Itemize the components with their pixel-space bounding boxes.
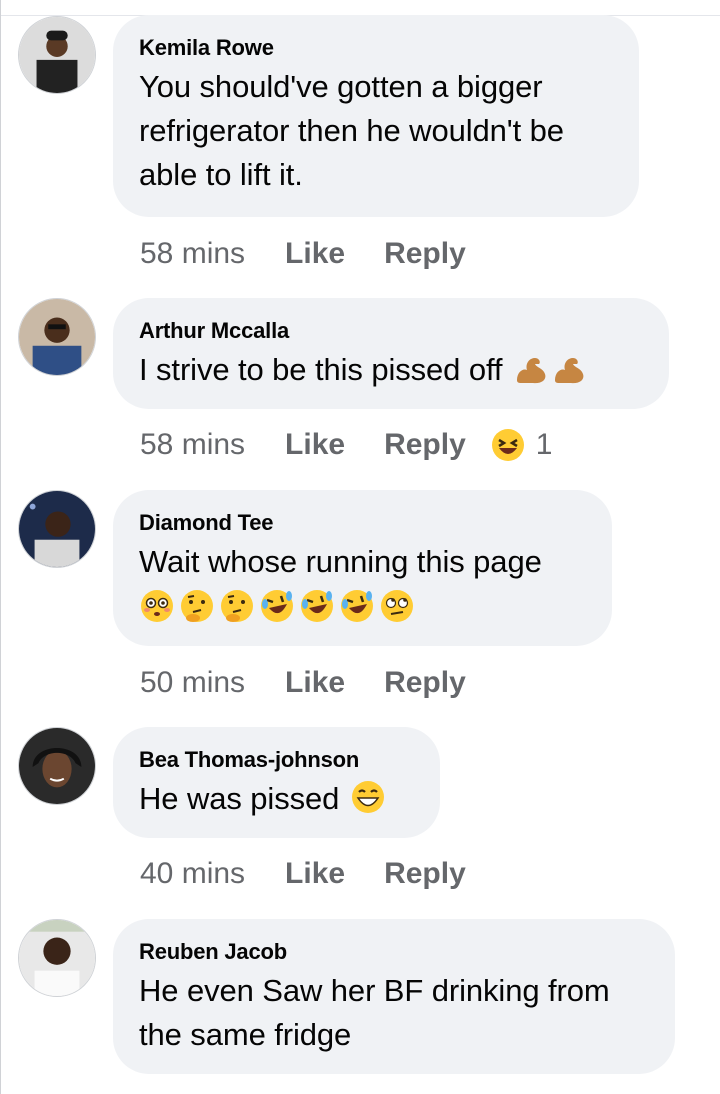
comment-bubble: Bea Thomas-johnson He was pissed	[113, 727, 440, 838]
comment-actions: 58 mins Like Reply	[140, 236, 466, 272]
like-button[interactable]: Like	[285, 427, 345, 463]
rolling-eyes-icon	[379, 588, 415, 624]
flexed-biceps-icon	[551, 350, 587, 386]
rolling-laughing-icon	[339, 588, 375, 624]
grinning-squinting-face-icon	[350, 779, 386, 815]
reaction-count: 1	[535, 428, 553, 461]
comment-text: Wait whose running this page	[139, 540, 586, 628]
comment-actions: 58 mins Like Reply 1	[140, 427, 552, 463]
comment-bubble: Reuben Jacob He even Saw her BF drinking…	[113, 919, 675, 1074]
flexed-biceps-icon	[513, 350, 549, 386]
reply-button[interactable]: Reply	[384, 856, 466, 892]
comment-actions: 50 mins Like Reply	[140, 665, 466, 701]
rolling-laughing-icon	[259, 588, 295, 624]
avatar[interactable]	[18, 16, 96, 94]
comment-bubble: Arthur Mccalla I strive to be this pisse…	[113, 298, 669, 409]
thinking-face-icon	[179, 588, 215, 624]
comment-text: I strive to be this pissed off	[139, 348, 643, 392]
commenter-name[interactable]: Reuben Jacob	[139, 939, 649, 965]
comment-text: He even Saw her BF drinking from the sam…	[139, 973, 610, 1052]
emoji-row	[139, 584, 586, 628]
comment-bubble: Kemila Rowe You should've gotten a bigge…	[113, 15, 639, 217]
flushed-face-icon	[139, 588, 175, 624]
like-button[interactable]: Like	[285, 856, 345, 892]
comment-bubble: Diamond Tee Wait whose running this page	[113, 490, 612, 646]
left-border	[0, 0, 1, 1094]
avatar[interactable]	[18, 727, 96, 805]
timestamp[interactable]: 58 mins	[140, 236, 245, 272]
reply-button[interactable]: Reply	[384, 236, 466, 272]
avatar[interactable]	[18, 490, 96, 568]
like-button[interactable]: Like	[285, 665, 345, 701]
reply-button[interactable]: Reply	[384, 665, 466, 701]
commenter-name[interactable]: Arthur Mccalla	[139, 318, 643, 344]
laughing-reaction-icon	[490, 427, 526, 463]
timestamp[interactable]: 40 mins	[140, 856, 245, 892]
commenter-name[interactable]: Diamond Tee	[139, 510, 586, 536]
timestamp[interactable]: 50 mins	[140, 665, 245, 701]
rolling-laughing-icon	[299, 588, 335, 624]
comment-actions: 40 mins Like Reply	[140, 856, 466, 892]
avatar[interactable]	[18, 298, 96, 376]
timestamp[interactable]: 58 mins	[140, 427, 245, 463]
commenter-name[interactable]: Bea Thomas-johnson	[139, 747, 414, 773]
reaction-summary[interactable]: 1	[488, 427, 553, 463]
comment-text: You should've gotten a bigger refrigerat…	[139, 69, 564, 192]
comment-text: He was pissed	[139, 777, 414, 821]
like-button[interactable]: Like	[285, 236, 345, 272]
reply-button[interactable]: Reply	[384, 427, 466, 463]
thinking-face-icon	[219, 588, 255, 624]
avatar[interactable]	[18, 919, 96, 997]
commenter-name[interactable]: Kemila Rowe	[139, 35, 613, 61]
